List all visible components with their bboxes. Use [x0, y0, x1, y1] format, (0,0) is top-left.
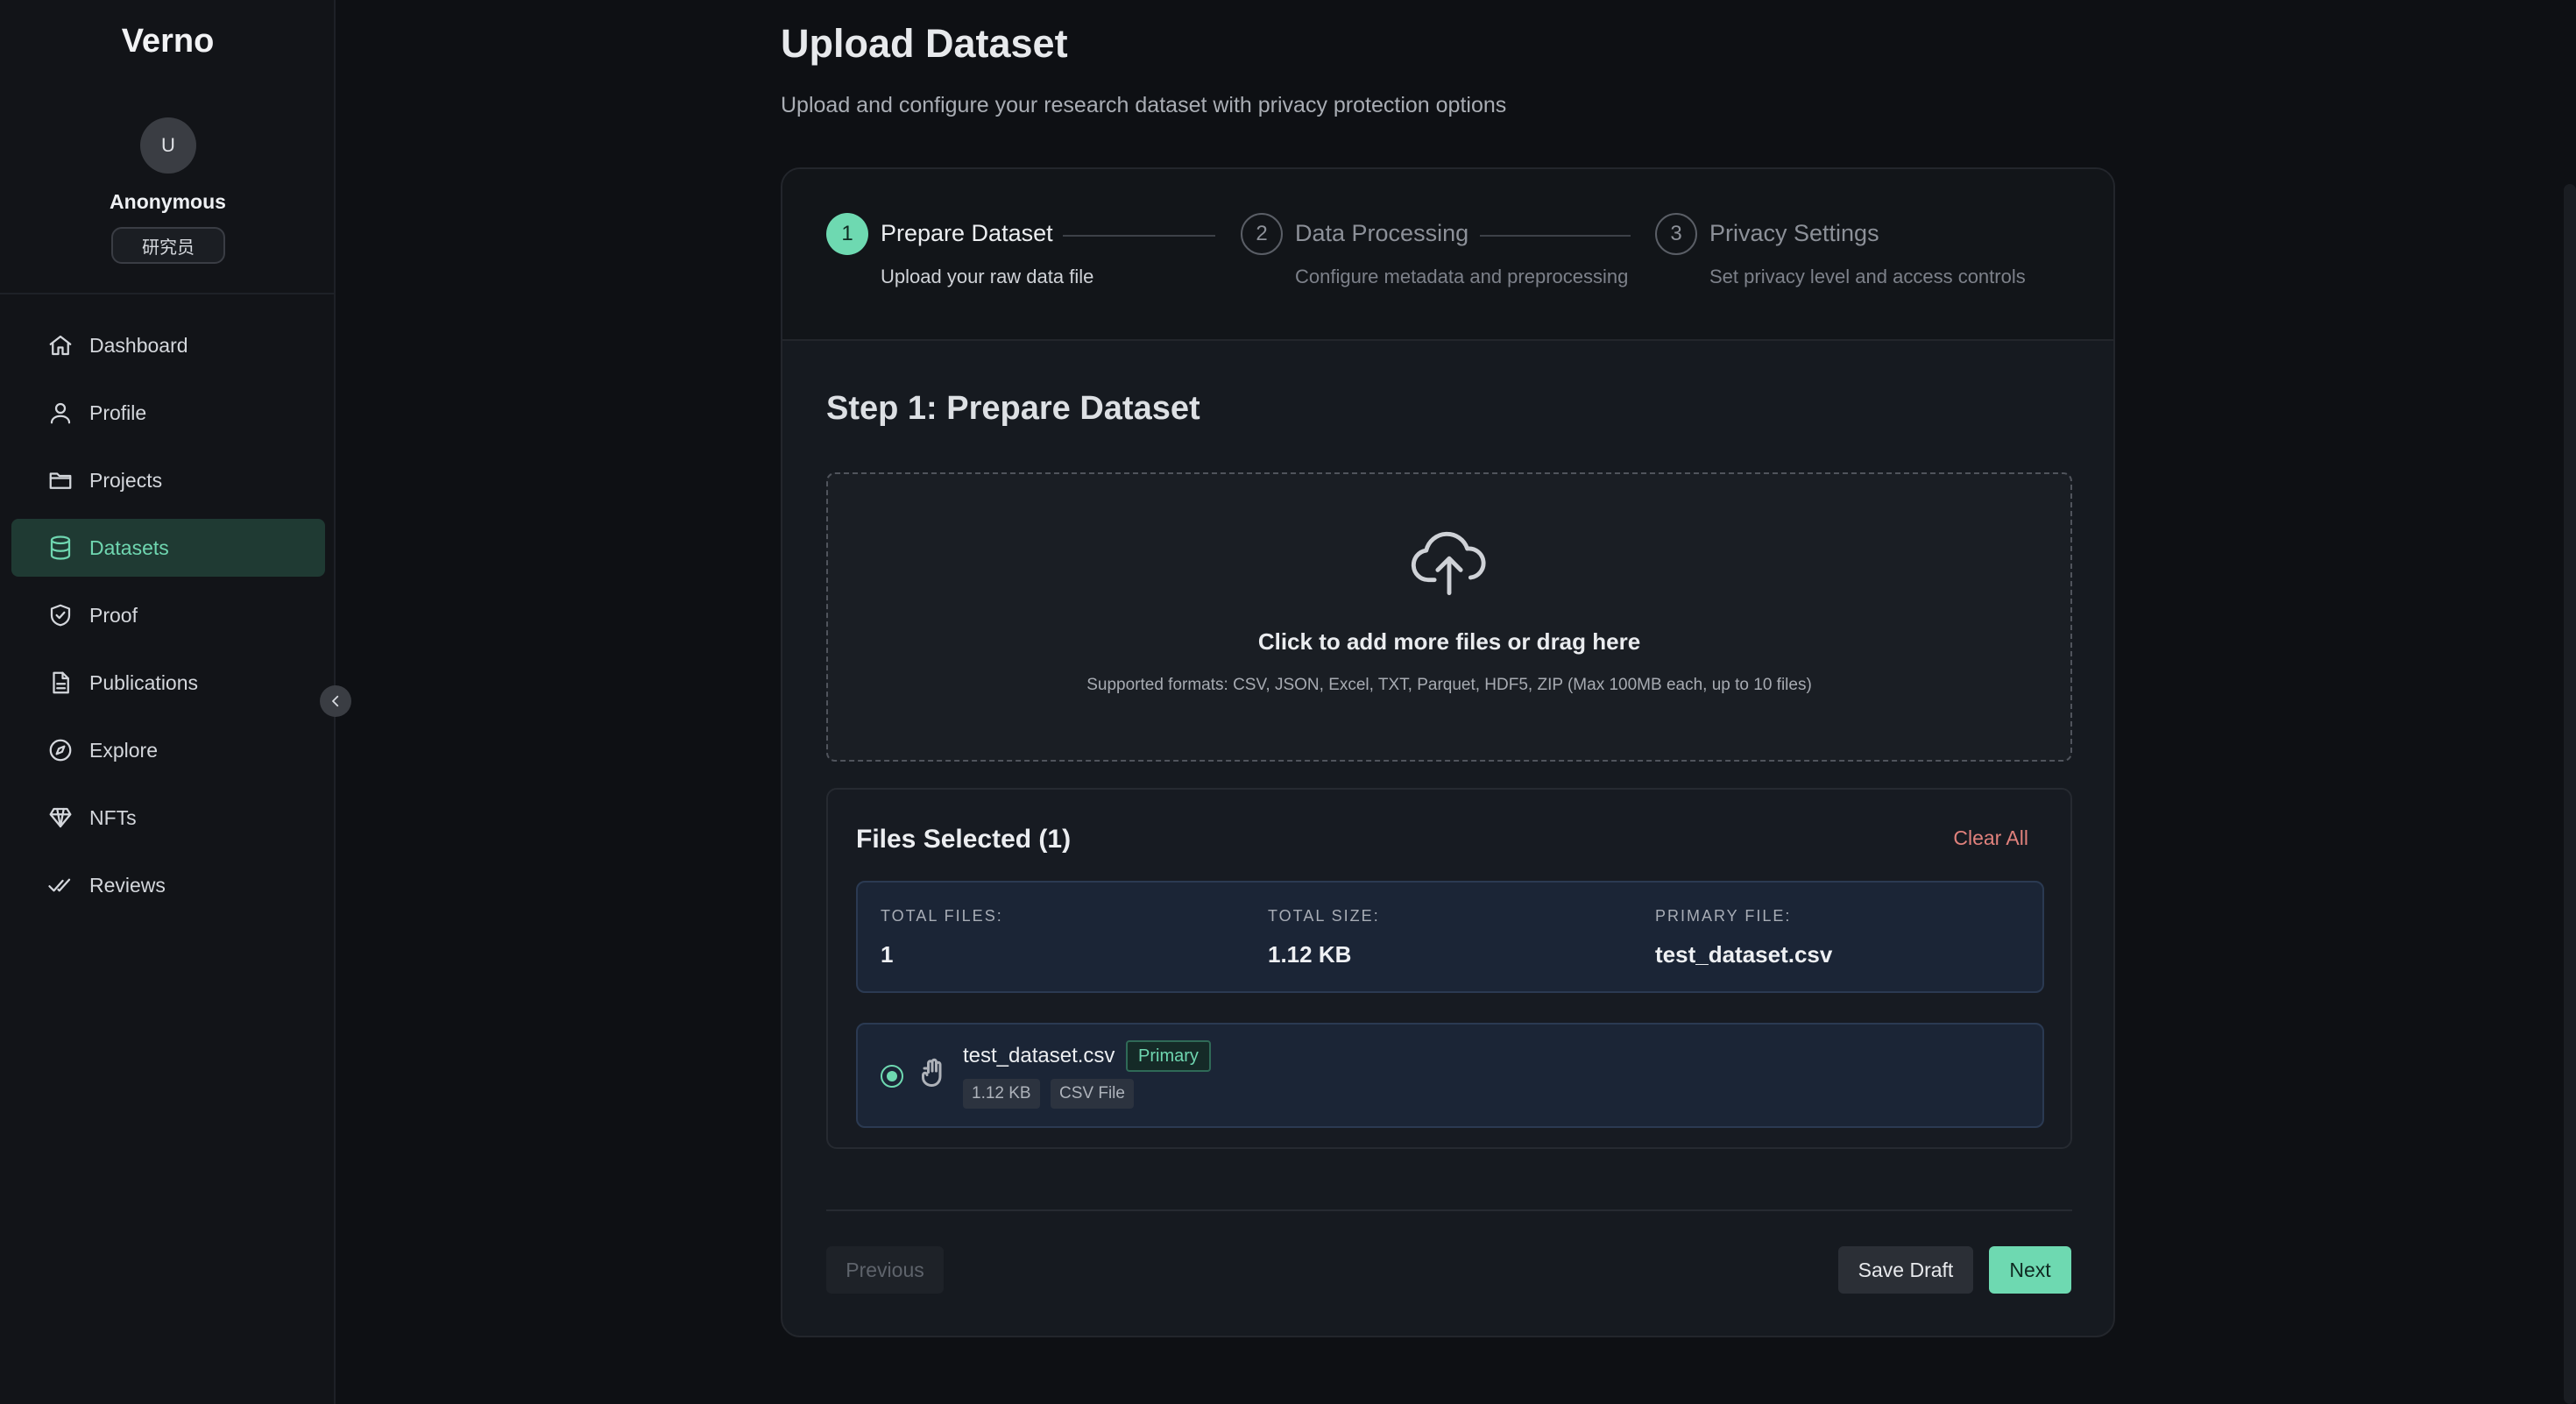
shield-check-icon [46, 601, 74, 629]
diamond-icon [46, 804, 74, 832]
sidebar-item-dashboard[interactable]: Dashboard [11, 316, 325, 374]
step-connector [1063, 235, 1215, 237]
sidebar-item-label: Proof [89, 603, 138, 627]
files-summary: TOTAL FILES: 1 TOTAL SIZE: 1.12 KB PRIMA… [856, 881, 2044, 993]
user-icon [46, 399, 74, 427]
sidebar-item-label: Publications [89, 670, 199, 694]
brand-logo[interactable]: Verno [0, 23, 336, 60]
home-icon [46, 331, 74, 359]
sidebar-item-datasets[interactable]: Datasets [11, 519, 325, 577]
page-title: Upload Dataset [781, 21, 1068, 66]
folder-icon [46, 466, 74, 494]
compass-icon [46, 736, 74, 764]
primary-badge: Primary [1126, 1040, 1211, 1072]
step-title: Privacy Settings [1709, 220, 1879, 246]
sidebar-item-label: Projects [89, 468, 163, 492]
step-description: Set privacy level and access controls [1709, 266, 2026, 287]
double-check-icon [46, 871, 74, 899]
summary-label: PRIMARY FILE: [1655, 907, 1792, 925]
summary-value: test_dataset.csv [1655, 941, 1833, 968]
drag-handle-icon[interactable] [919, 1058, 945, 1089]
file-name: test_dataset.csv [963, 1044, 1115, 1067]
avatar[interactable]: U [140, 117, 196, 174]
step-description: Configure metadata and preprocessing [1295, 266, 1629, 287]
sidebar-item-label: Profile [89, 401, 147, 424]
file-list-item[interactable]: test_dataset.csv Primary 1.12 KB CSV Fil… [856, 1023, 2044, 1128]
step-number: 2 [1241, 213, 1283, 255]
summary-value: 1 [881, 941, 894, 968]
summary-total-files: TOTAL FILES: 1 [881, 907, 1003, 968]
file-dropzone[interactable]: Click to add more files or drag here Sup… [826, 472, 2072, 762]
dropzone-formats: Supported formats: CSV, JSON, Excel, TXT… [1086, 676, 1812, 694]
summary-value: 1.12 KB [1268, 941, 1352, 968]
step-number: 3 [1655, 213, 1697, 255]
summary-primary-file: PRIMARY FILE: test_dataset.csv [1655, 907, 1832, 968]
primary-file-radio[interactable] [881, 1065, 903, 1088]
sidebar-item-nfts[interactable]: NFTs [11, 789, 325, 847]
sidebar-item-publications[interactable]: Publications [11, 654, 325, 712]
cloud-upload-icon [1410, 527, 1489, 597]
sidebar-item-reviews[interactable]: Reviews [11, 856, 325, 914]
sidebar-item-label: Dashboard [89, 333, 188, 357]
upload-card: 1 Prepare Dataset Upload your raw data f… [781, 167, 2115, 1337]
step-title: Data Processing [1295, 220, 1469, 246]
sidebar-item-label: NFTs [89, 805, 137, 829]
save-draft-button[interactable]: Save Draft [1838, 1246, 1973, 1294]
summary-label: TOTAL SIZE: [1268, 907, 1380, 925]
sidebar-item-label: Explore [89, 738, 158, 762]
sidebar-item-proof[interactable]: Proof [11, 586, 325, 644]
file-type-chip: CSV File [1051, 1079, 1134, 1109]
step-number: 1 [826, 213, 868, 255]
sidebar-divider [0, 293, 336, 294]
step-connector [1480, 235, 1631, 237]
role-badge: 研究员 [111, 227, 225, 264]
sidebar-item-profile[interactable]: Profile [11, 384, 325, 442]
previous-button[interactable]: Previous [826, 1246, 944, 1294]
next-button[interactable]: Next [1989, 1246, 2071, 1294]
files-selected-title: Files Selected (1) [856, 825, 1072, 854]
sidebar: Verno U Anonymous 研究员 Dashboard Profile … [0, 0, 336, 1404]
database-icon [46, 534, 74, 562]
sidebar-collapse-button[interactable] [320, 685, 351, 717]
page-subtitle: Upload and configure your research datas… [781, 93, 1507, 117]
clear-all-button[interactable]: Clear All [1953, 826, 2028, 850]
sidebar-item-label: Reviews [89, 873, 166, 897]
footer-divider [826, 1209, 2072, 1211]
step-title: Prepare Dataset [881, 220, 1053, 246]
stepper: 1 Prepare Dataset Upload your raw data f… [782, 169, 2113, 341]
document-icon [46, 669, 74, 697]
step-heading: Step 1: Prepare Dataset [826, 390, 1200, 427]
summary-total-size: TOTAL SIZE: 1.12 KB [1268, 907, 1380, 968]
sidebar-item-explore[interactable]: Explore [11, 721, 325, 779]
file-size-chip: 1.12 KB [963, 1079, 1040, 1109]
files-selected-panel: Files Selected (1) Clear All TOTAL FILES… [826, 788, 2072, 1149]
step-description: Upload your raw data file [881, 266, 1094, 287]
chevron-left-icon [332, 695, 339, 707]
user-name: Anonymous [110, 190, 226, 213]
sidebar-item-label: Datasets [89, 535, 169, 559]
sidebar-nav: Dashboard Profile Projects Datasets Proo… [11, 316, 325, 924]
sidebar-item-projects[interactable]: Projects [11, 451, 325, 509]
summary-label: TOTAL FILES: [881, 907, 1003, 925]
dropzone-title: Click to add more files or drag here [1257, 628, 1641, 655]
page-scrollbar[interactable] [2564, 184, 2576, 1404]
